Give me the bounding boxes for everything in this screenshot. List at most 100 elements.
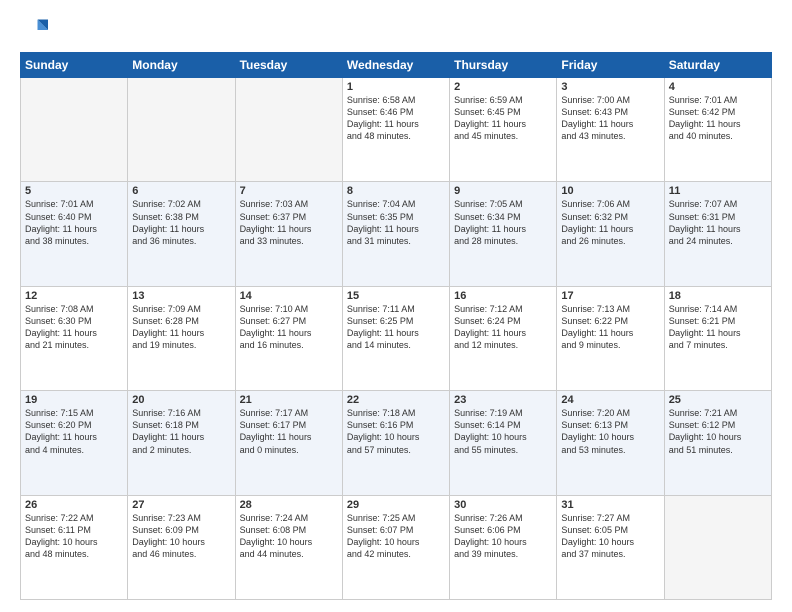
- day-number: 20: [132, 394, 230, 406]
- calendar-cell: 25Sunrise: 7:21 AM Sunset: 6:12 PM Dayli…: [664, 391, 771, 495]
- calendar-header-thursday: Thursday: [450, 53, 557, 78]
- calendar-cell: [128, 78, 235, 182]
- day-number: 6: [132, 185, 230, 197]
- day-number: 29: [347, 499, 445, 511]
- logo: [20, 16, 52, 44]
- calendar-week-row: 5Sunrise: 7:01 AM Sunset: 6:40 PM Daylig…: [21, 182, 772, 286]
- day-number: 22: [347, 394, 445, 406]
- day-info: Sunrise: 7:27 AM Sunset: 6:05 PM Dayligh…: [561, 512, 659, 561]
- day-number: 9: [454, 185, 552, 197]
- calendar-cell: 3Sunrise: 7:00 AM Sunset: 6:43 PM Daylig…: [557, 78, 664, 182]
- calendar-header-row: SundayMondayTuesdayWednesdayThursdayFrid…: [21, 53, 772, 78]
- day-info: Sunrise: 7:22 AM Sunset: 6:11 PM Dayligh…: [25, 512, 123, 561]
- day-number: 11: [669, 185, 767, 197]
- calendar-cell: 14Sunrise: 7:10 AM Sunset: 6:27 PM Dayli…: [235, 286, 342, 390]
- day-info: Sunrise: 7:17 AM Sunset: 6:17 PM Dayligh…: [240, 407, 338, 456]
- page: SundayMondayTuesdayWednesdayThursdayFrid…: [0, 0, 792, 612]
- day-info: Sunrise: 6:59 AM Sunset: 6:45 PM Dayligh…: [454, 94, 552, 143]
- calendar-cell: 30Sunrise: 7:26 AM Sunset: 6:06 PM Dayli…: [450, 495, 557, 599]
- calendar-cell: [664, 495, 771, 599]
- day-info: Sunrise: 7:02 AM Sunset: 6:38 PM Dayligh…: [132, 198, 230, 247]
- calendar-cell: [21, 78, 128, 182]
- day-number: 10: [561, 185, 659, 197]
- calendar-cell: 26Sunrise: 7:22 AM Sunset: 6:11 PM Dayli…: [21, 495, 128, 599]
- calendar-cell: 12Sunrise: 7:08 AM Sunset: 6:30 PM Dayli…: [21, 286, 128, 390]
- calendar-week-row: 26Sunrise: 7:22 AM Sunset: 6:11 PM Dayli…: [21, 495, 772, 599]
- day-number: 15: [347, 290, 445, 302]
- day-info: Sunrise: 7:07 AM Sunset: 6:31 PM Dayligh…: [669, 198, 767, 247]
- day-info: Sunrise: 7:25 AM Sunset: 6:07 PM Dayligh…: [347, 512, 445, 561]
- calendar-cell: 5Sunrise: 7:01 AM Sunset: 6:40 PM Daylig…: [21, 182, 128, 286]
- day-info: Sunrise: 7:13 AM Sunset: 6:22 PM Dayligh…: [561, 303, 659, 352]
- day-info: Sunrise: 7:26 AM Sunset: 6:06 PM Dayligh…: [454, 512, 552, 561]
- day-number: 28: [240, 499, 338, 511]
- calendar-header-saturday: Saturday: [664, 53, 771, 78]
- day-number: 31: [561, 499, 659, 511]
- day-info: Sunrise: 6:58 AM Sunset: 6:46 PM Dayligh…: [347, 94, 445, 143]
- day-info: Sunrise: 7:12 AM Sunset: 6:24 PM Dayligh…: [454, 303, 552, 352]
- day-number: 17: [561, 290, 659, 302]
- day-info: Sunrise: 7:03 AM Sunset: 6:37 PM Dayligh…: [240, 198, 338, 247]
- day-number: 23: [454, 394, 552, 406]
- day-number: 3: [561, 81, 659, 93]
- day-info: Sunrise: 7:00 AM Sunset: 6:43 PM Dayligh…: [561, 94, 659, 143]
- day-info: Sunrise: 7:01 AM Sunset: 6:42 PM Dayligh…: [669, 94, 767, 143]
- day-number: 2: [454, 81, 552, 93]
- calendar-cell: 24Sunrise: 7:20 AM Sunset: 6:13 PM Dayli…: [557, 391, 664, 495]
- calendar-cell: 31Sunrise: 7:27 AM Sunset: 6:05 PM Dayli…: [557, 495, 664, 599]
- day-info: Sunrise: 7:11 AM Sunset: 6:25 PM Dayligh…: [347, 303, 445, 352]
- day-info: Sunrise: 7:01 AM Sunset: 6:40 PM Dayligh…: [25, 198, 123, 247]
- calendar-cell: 21Sunrise: 7:17 AM Sunset: 6:17 PM Dayli…: [235, 391, 342, 495]
- day-info: Sunrise: 7:16 AM Sunset: 6:18 PM Dayligh…: [132, 407, 230, 456]
- day-number: 24: [561, 394, 659, 406]
- calendar-cell: 17Sunrise: 7:13 AM Sunset: 6:22 PM Dayli…: [557, 286, 664, 390]
- day-info: Sunrise: 7:19 AM Sunset: 6:14 PM Dayligh…: [454, 407, 552, 456]
- day-number: 13: [132, 290, 230, 302]
- calendar-header-friday: Friday: [557, 53, 664, 78]
- day-info: Sunrise: 7:05 AM Sunset: 6:34 PM Dayligh…: [454, 198, 552, 247]
- calendar-cell: 13Sunrise: 7:09 AM Sunset: 6:28 PM Dayli…: [128, 286, 235, 390]
- calendar-cell: 20Sunrise: 7:16 AM Sunset: 6:18 PM Dayli…: [128, 391, 235, 495]
- day-info: Sunrise: 7:20 AM Sunset: 6:13 PM Dayligh…: [561, 407, 659, 456]
- calendar-header-tuesday: Tuesday: [235, 53, 342, 78]
- calendar-cell: [235, 78, 342, 182]
- day-number: 30: [454, 499, 552, 511]
- calendar-cell: 18Sunrise: 7:14 AM Sunset: 6:21 PM Dayli…: [664, 286, 771, 390]
- day-info: Sunrise: 7:08 AM Sunset: 6:30 PM Dayligh…: [25, 303, 123, 352]
- day-number: 25: [669, 394, 767, 406]
- day-info: Sunrise: 7:18 AM Sunset: 6:16 PM Dayligh…: [347, 407, 445, 456]
- calendar-week-row: 12Sunrise: 7:08 AM Sunset: 6:30 PM Dayli…: [21, 286, 772, 390]
- day-info: Sunrise: 7:24 AM Sunset: 6:08 PM Dayligh…: [240, 512, 338, 561]
- day-info: Sunrise: 7:23 AM Sunset: 6:09 PM Dayligh…: [132, 512, 230, 561]
- calendar-cell: 23Sunrise: 7:19 AM Sunset: 6:14 PM Dayli…: [450, 391, 557, 495]
- day-number: 14: [240, 290, 338, 302]
- calendar-week-row: 1Sunrise: 6:58 AM Sunset: 6:46 PM Daylig…: [21, 78, 772, 182]
- day-number: 27: [132, 499, 230, 511]
- day-number: 21: [240, 394, 338, 406]
- day-number: 18: [669, 290, 767, 302]
- day-number: 16: [454, 290, 552, 302]
- day-info: Sunrise: 7:14 AM Sunset: 6:21 PM Dayligh…: [669, 303, 767, 352]
- calendar-cell: 1Sunrise: 6:58 AM Sunset: 6:46 PM Daylig…: [342, 78, 449, 182]
- day-info: Sunrise: 7:04 AM Sunset: 6:35 PM Dayligh…: [347, 198, 445, 247]
- day-number: 1: [347, 81, 445, 93]
- calendar-cell: 22Sunrise: 7:18 AM Sunset: 6:16 PM Dayli…: [342, 391, 449, 495]
- calendar-header-monday: Monday: [128, 53, 235, 78]
- day-number: 8: [347, 185, 445, 197]
- calendar-cell: 15Sunrise: 7:11 AM Sunset: 6:25 PM Dayli…: [342, 286, 449, 390]
- calendar-header-wednesday: Wednesday: [342, 53, 449, 78]
- calendar-cell: 27Sunrise: 7:23 AM Sunset: 6:09 PM Dayli…: [128, 495, 235, 599]
- calendar-week-row: 19Sunrise: 7:15 AM Sunset: 6:20 PM Dayli…: [21, 391, 772, 495]
- day-number: 19: [25, 394, 123, 406]
- calendar-cell: 16Sunrise: 7:12 AM Sunset: 6:24 PM Dayli…: [450, 286, 557, 390]
- day-number: 7: [240, 185, 338, 197]
- calendar-cell: 29Sunrise: 7:25 AM Sunset: 6:07 PM Dayli…: [342, 495, 449, 599]
- day-info: Sunrise: 7:21 AM Sunset: 6:12 PM Dayligh…: [669, 407, 767, 456]
- day-info: Sunrise: 7:06 AM Sunset: 6:32 PM Dayligh…: [561, 198, 659, 247]
- header: [20, 16, 772, 44]
- day-info: Sunrise: 7:15 AM Sunset: 6:20 PM Dayligh…: [25, 407, 123, 456]
- calendar-cell: 28Sunrise: 7:24 AM Sunset: 6:08 PM Dayli…: [235, 495, 342, 599]
- calendar-table: SundayMondayTuesdayWednesdayThursdayFrid…: [20, 52, 772, 600]
- calendar-cell: 19Sunrise: 7:15 AM Sunset: 6:20 PM Dayli…: [21, 391, 128, 495]
- day-number: 4: [669, 81, 767, 93]
